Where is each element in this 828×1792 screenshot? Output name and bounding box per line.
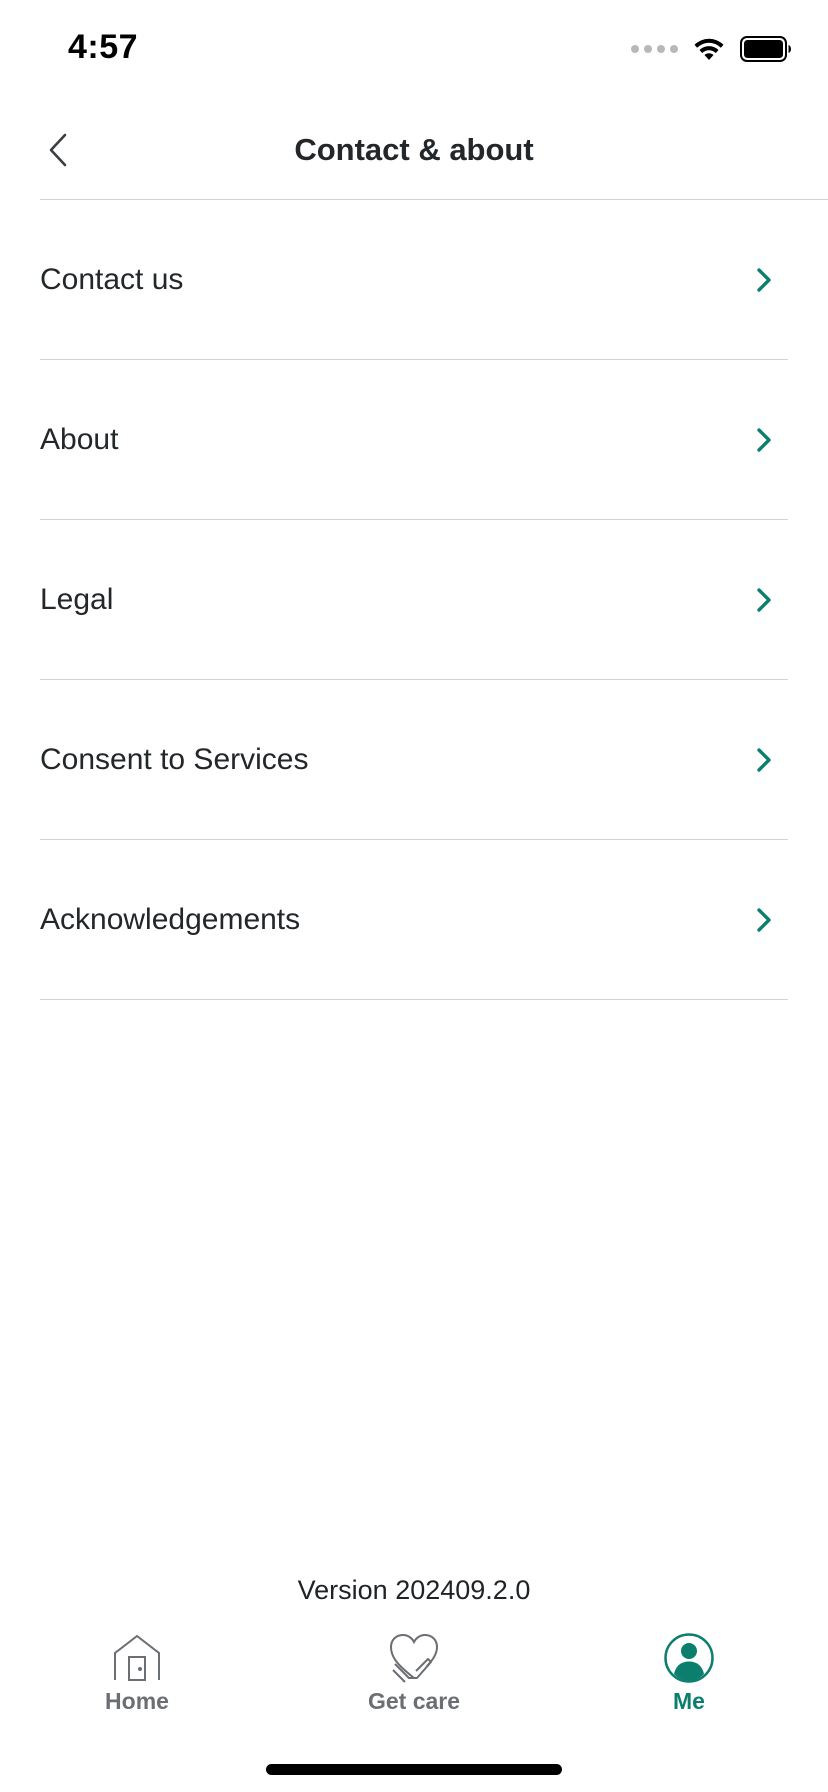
menu-item-label: About — [40, 422, 119, 456]
navigation-bar: Contact & about — [0, 100, 828, 200]
status-bar: 4:57 — [0, 0, 828, 100]
chevron-right-icon — [752, 264, 776, 296]
app-version: Version 202409.2.0 — [297, 1575, 531, 1605]
menu-list: Contact us About Legal Consent to Servic… — [40, 200, 788, 1000]
tab-home[interactable]: Home — [47, 1632, 227, 1732]
tab-label: Me — [673, 1688, 705, 1714]
battery-icon — [740, 36, 791, 62]
tab-bar: Home Get care Me — [0, 1632, 828, 1732]
menu-item-acknowledgements[interactable]: Acknowledgements — [40, 840, 788, 1000]
chevron-right-icon — [752, 744, 776, 776]
chevron-right-icon — [752, 904, 776, 936]
cellular-signal-icon — [631, 45, 678, 53]
status-icons — [631, 36, 792, 62]
menu-item-label: Legal — [40, 582, 114, 616]
tab-get-care[interactable]: Get care — [324, 1632, 504, 1732]
tab-label: Home — [105, 1688, 169, 1714]
page-title: Contact & about — [294, 132, 534, 167]
chevron-right-icon — [752, 584, 776, 616]
menu-item-about[interactable]: About — [40, 360, 788, 520]
status-time: 4:57 — [68, 28, 139, 66]
house-icon — [109, 1632, 165, 1684]
heart-hand-icon — [386, 1632, 442, 1684]
home-indicator — [266, 1764, 562, 1775]
tab-me[interactable]: Me — [599, 1632, 779, 1732]
menu-item-label: Consent to Services — [40, 742, 309, 776]
profile-icon — [661, 1632, 717, 1684]
menu-item-consent-to-services[interactable]: Consent to Services — [40, 680, 788, 840]
menu-item-label: Contact us — [40, 262, 184, 296]
menu-item-contact-us[interactable]: Contact us — [40, 200, 788, 360]
tab-label: Get care — [367, 1688, 461, 1714]
chevron-right-icon — [752, 424, 776, 456]
menu-item-legal[interactable]: Legal — [40, 520, 788, 680]
menu-item-label: Acknowledgements — [40, 902, 301, 936]
wifi-icon — [694, 38, 724, 60]
